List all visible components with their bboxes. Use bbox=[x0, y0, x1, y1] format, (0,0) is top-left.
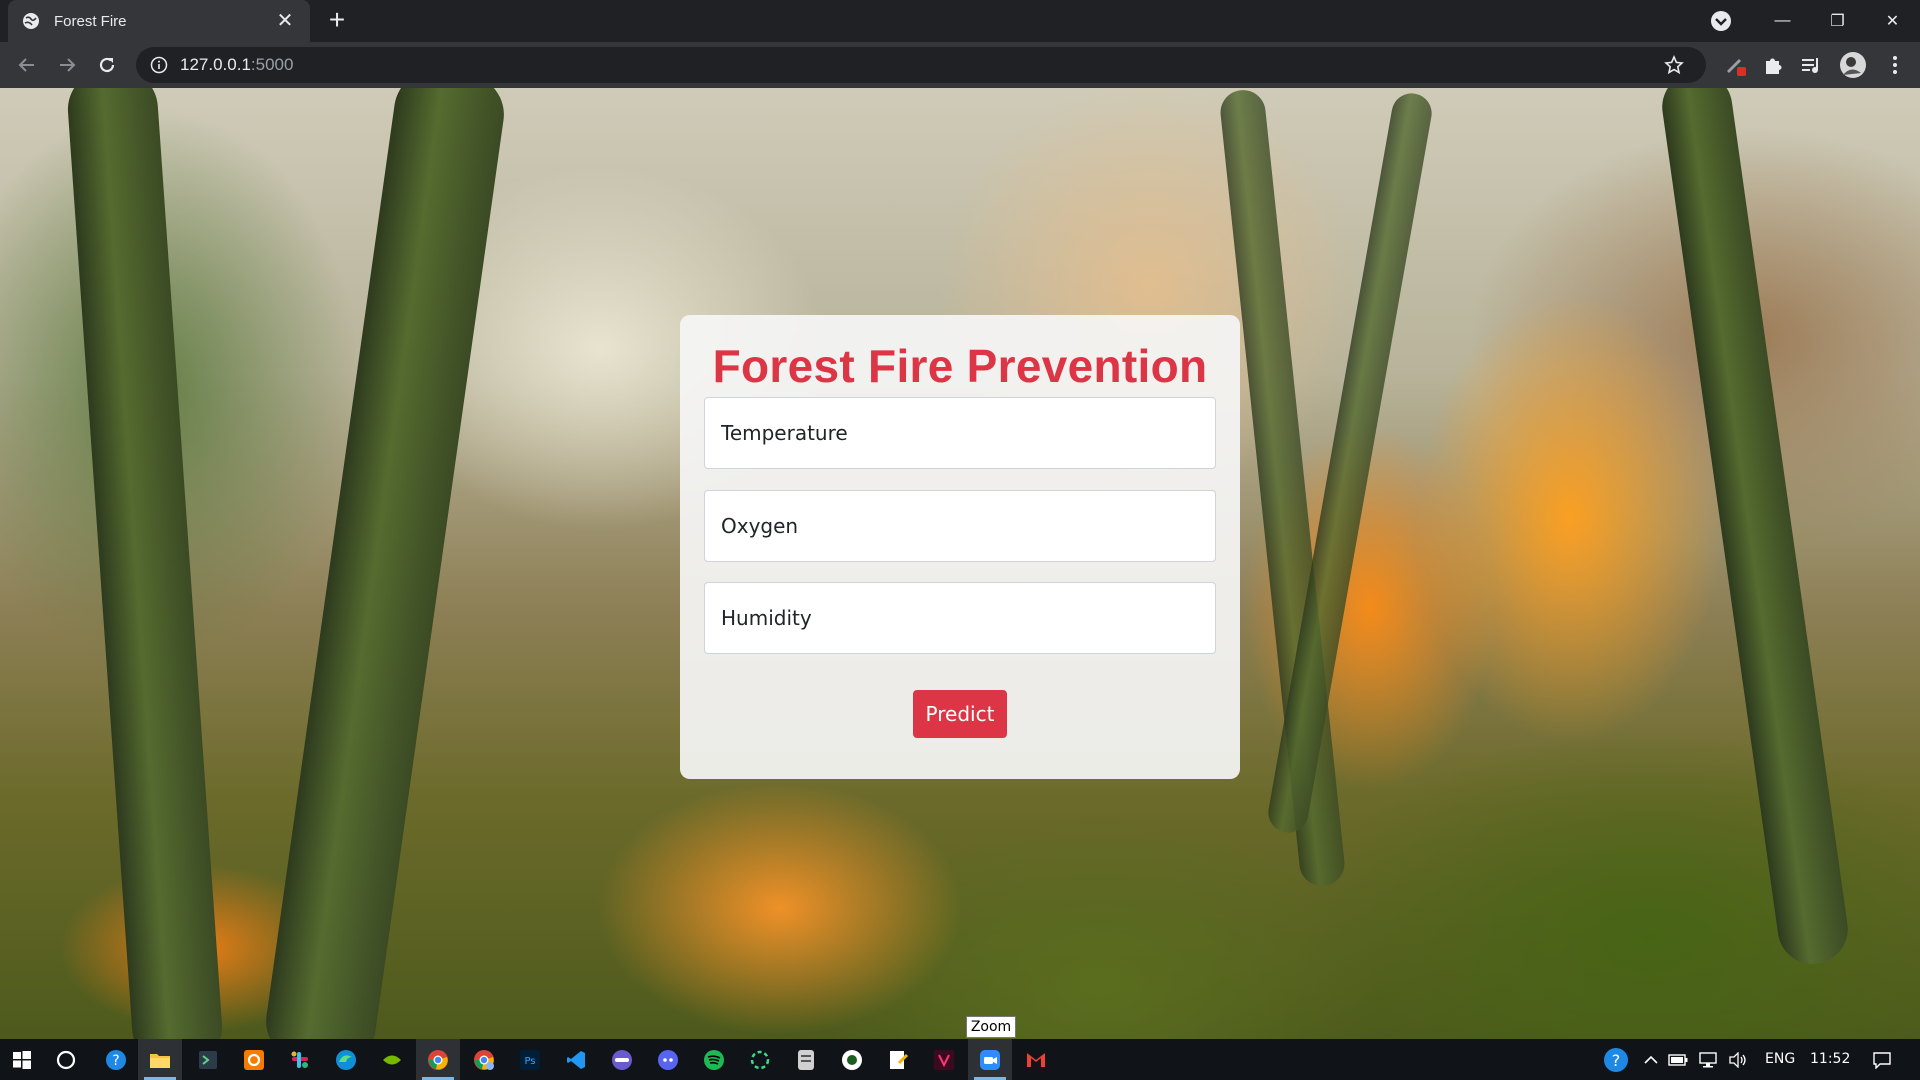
profile-avatar[interactable] bbox=[1838, 50, 1868, 80]
notifications-icon[interactable] bbox=[1862, 1039, 1902, 1080]
zoom-tooltip: Zoom bbox=[966, 1016, 1016, 1038]
globe-icon bbox=[22, 12, 40, 30]
cortana-search-icon[interactable] bbox=[44, 1039, 88, 1080]
slack-icon[interactable] bbox=[278, 1039, 322, 1080]
new-tab-button[interactable]: + bbox=[324, 6, 350, 34]
help-app-icon[interactable]: ? bbox=[94, 1039, 138, 1080]
powershell-icon[interactable] bbox=[186, 1039, 230, 1080]
humidity-input[interactable] bbox=[704, 582, 1216, 654]
quickbooks-icon[interactable] bbox=[232, 1039, 276, 1080]
predict-button[interactable]: Predict bbox=[913, 690, 1007, 738]
chrome-profile-icon[interactable] bbox=[462, 1039, 506, 1080]
tab-title: Forest Fire bbox=[54, 12, 127, 30]
tree-trunk bbox=[1657, 88, 1853, 969]
reload-button[interactable] bbox=[92, 50, 122, 80]
browser-tab-bar: Forest Fire ✕ + — ❐ ✕ bbox=[0, 0, 1920, 42]
page-title: Forest Fire Prevention bbox=[712, 340, 1208, 392]
photoshop-icon[interactable]: Ps bbox=[508, 1039, 552, 1080]
help-tray-icon[interactable]: ? bbox=[1598, 1039, 1634, 1080]
vscode-icon[interactable] bbox=[554, 1039, 598, 1080]
files-app-icon[interactable] bbox=[784, 1039, 828, 1080]
minimize-button[interactable]: — bbox=[1755, 0, 1810, 42]
app-v-icon[interactable] bbox=[922, 1039, 966, 1080]
svg-text:?: ? bbox=[112, 1053, 119, 1069]
window-controls: — ❐ ✕ bbox=[1755, 0, 1920, 42]
reload-icon bbox=[99, 57, 115, 73]
volume-icon[interactable] bbox=[1724, 1039, 1752, 1080]
restore-button[interactable]: ❐ bbox=[1810, 0, 1865, 42]
back-button[interactable] bbox=[12, 50, 42, 80]
svg-text:?: ? bbox=[1612, 1051, 1621, 1070]
windows-start-icon[interactable] bbox=[0, 1039, 44, 1080]
battery-icon[interactable] bbox=[1664, 1039, 1692, 1080]
url-host: 127.0.0.1 bbox=[180, 55, 251, 74]
forward-button[interactable] bbox=[52, 50, 82, 80]
puzzle-extensions-icon[interactable] bbox=[1760, 52, 1786, 78]
extension-pen-icon[interactable] bbox=[1722, 52, 1748, 78]
browser-menu-icon[interactable] bbox=[1882, 52, 1908, 78]
info-icon[interactable] bbox=[150, 56, 168, 74]
prediction-form-card: Forest Fire Prevention Predict bbox=[680, 315, 1240, 779]
spotify-icon[interactable] bbox=[692, 1039, 736, 1080]
temperature-input[interactable] bbox=[704, 397, 1216, 469]
media-queue-icon[interactable] bbox=[1798, 52, 1824, 78]
close-tab-icon[interactable]: ✕ bbox=[274, 11, 296, 31]
windows-taskbar: ? Ps ? ENG 11:52 bbox=[0, 1039, 1920, 1080]
tree-trunk bbox=[65, 88, 225, 1039]
chevron-up-icon[interactable] bbox=[1638, 1039, 1664, 1080]
arrow-left-icon bbox=[18, 58, 34, 72]
nvidia-icon[interactable] bbox=[370, 1039, 414, 1080]
chrome-icon[interactable] bbox=[416, 1039, 460, 1080]
zoom-app-icon[interactable] bbox=[968, 1039, 1012, 1080]
file-explorer-icon[interactable] bbox=[138, 1039, 182, 1080]
language-indicator[interactable]: ENG bbox=[1765, 1039, 1795, 1080]
edge-browser-icon[interactable] bbox=[324, 1039, 368, 1080]
page-viewport: Forest Fire Prevention Predict bbox=[0, 88, 1920, 1039]
browser-tab-forest-fire[interactable]: Forest Fire ✕ bbox=[8, 0, 310, 42]
bookmark-star-icon[interactable] bbox=[1664, 55, 1684, 75]
clock-time[interactable]: 11:52 bbox=[1810, 1039, 1850, 1080]
discord-icon[interactable] bbox=[646, 1039, 690, 1080]
network-icon[interactable] bbox=[1694, 1039, 1722, 1080]
app-pill-icon[interactable] bbox=[600, 1039, 644, 1080]
url-port: :5000 bbox=[250, 55, 294, 74]
tree-trunk bbox=[260, 88, 510, 1039]
oxygen-input[interactable] bbox=[704, 490, 1216, 562]
loading-app-icon[interactable] bbox=[738, 1039, 782, 1080]
close-window-button[interactable]: ✕ bbox=[1865, 0, 1920, 42]
browser-toolbar: 127.0.0.1:5000 bbox=[0, 42, 1920, 88]
gmail-icon[interactable] bbox=[1014, 1039, 1058, 1080]
tab-search-icon[interactable] bbox=[1710, 10, 1732, 32]
arrow-right-icon bbox=[60, 58, 76, 72]
app-dot-icon[interactable] bbox=[830, 1039, 874, 1080]
address-bar[interactable]: 127.0.0.1:5000 bbox=[136, 47, 1706, 83]
svg-text:Ps: Ps bbox=[524, 1056, 535, 1067]
notepad-icon[interactable] bbox=[876, 1039, 920, 1080]
